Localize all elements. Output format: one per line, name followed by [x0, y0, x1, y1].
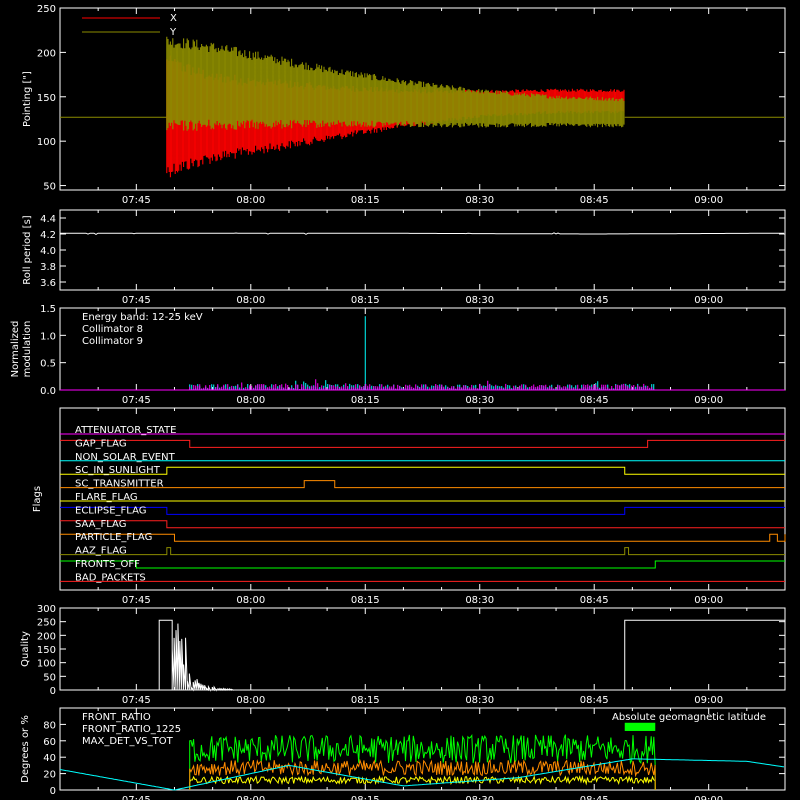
y-tick-label: 0.5 [40, 359, 56, 370]
y-tick-label: 0 [50, 786, 56, 797]
x-tick-label: 08:00 [236, 795, 265, 800]
x-tick-label: 08:00 [236, 595, 265, 606]
y-tick-label: 20 [43, 770, 56, 781]
y-tick-label: 250 [37, 4, 56, 15]
x-tick-label: 08:45 [580, 195, 609, 206]
y-tick-label: 50 [43, 182, 56, 193]
y-axis-label: Roll period [s] [22, 215, 33, 284]
legend-label: MAX_DET_VS_TOT [82, 736, 174, 747]
y-tick-label: 100 [37, 137, 56, 148]
x-tick-label: 09:00 [694, 695, 723, 706]
flag-label-fronts_off: FRONTS_OFF [75, 559, 140, 570]
x-tick-label: 07:45 [122, 695, 151, 706]
flag-label-particle_flag: PARTICLE_FLAG [75, 532, 152, 543]
y-tick-label: 200 [37, 48, 56, 59]
x-tick-label: 08:45 [580, 595, 609, 606]
y-tick-label: 150 [37, 645, 56, 656]
y-tick-label: 0.0 [40, 386, 56, 397]
y-tick-label: 40 [43, 753, 56, 764]
legend-label: Collimator 9 [82, 336, 143, 347]
flag-label-sc_in_sunlight: SC_IN_SUNLIGHT [75, 465, 161, 476]
x-tick-label: 07:45 [122, 795, 151, 800]
x-tick-label: 08:45 [580, 695, 609, 706]
flag-label-saa_flag: SAA_FLAG [75, 519, 126, 530]
y-tick-label: 1.0 [40, 331, 56, 342]
y-tick-label: 60 [43, 737, 56, 748]
y-tick-label: 50 [43, 672, 56, 683]
flag-label-flare_flag: FLARE_FLAG [75, 492, 138, 503]
x-tick-label: 09:00 [694, 195, 723, 206]
x-tick-label: 07:45 [122, 295, 151, 306]
x-tick-label: 09:00 [694, 795, 723, 800]
x-tick-label: 08:45 [580, 795, 609, 800]
x-tick-label: 08:30 [465, 595, 494, 606]
flag-label-bad_packets: BAD_PACKETS [75, 572, 146, 583]
y-tick-label: 3.8 [40, 262, 56, 273]
x-tick-label: 09:00 [694, 295, 723, 306]
y-tick-label: 100 [37, 659, 56, 670]
legend-label: Energy band: 12-25 keV [82, 312, 203, 323]
legend-label: FRONT_RATIO [82, 712, 151, 723]
y-tick-label: 250 [37, 618, 56, 629]
x-tick-label: 08:00 [236, 395, 265, 406]
x-tick-label: 08:45 [580, 295, 609, 306]
y-axis-label: Degrees or % [20, 715, 31, 783]
y-axis-label-line1: Normalized [10, 321, 21, 378]
x-tick-label: 08:15 [351, 595, 380, 606]
y-tick-label: 4.2 [40, 230, 56, 241]
x-tick-label: 08:15 [351, 395, 380, 406]
x-tick-label: 08:30 [465, 695, 494, 706]
x-tick-label: 08:00 [236, 695, 265, 706]
x-tick-label: 08:30 [465, 395, 494, 406]
y-tick-label: 200 [37, 631, 56, 642]
x-tick-label: 07:45 [122, 595, 151, 606]
y-axis-label: Pointing ["] [22, 71, 33, 127]
legend-label-y: Y [169, 27, 177, 38]
x-tick-label: 08:30 [465, 295, 494, 306]
legend-label: FRONT_RATIO_1225 [82, 724, 181, 735]
y-tick-label: 150 [37, 93, 56, 104]
x-tick-label: 08:45 [580, 395, 609, 406]
x-tick-label: 08:15 [351, 795, 380, 800]
y-tick-label: 3.6 [40, 278, 56, 289]
figure: 07:45 08:00 08:15 08:30 08:45 09:00 50 100 150 20… [0, 0, 800, 800]
x-tick-label: 08:00 [236, 195, 265, 206]
x-tick-label: 09:00 [694, 395, 723, 406]
x-tick-label: 09:00 [694, 595, 723, 606]
x-tick-label: 08:15 [351, 195, 380, 206]
flag-label-aaz_flag: AAZ_FLAG [75, 546, 127, 557]
flag-label-sc_transmitter: SC_TRANSMITTER [75, 479, 164, 490]
flag-label-gap_flag: GAP_FLAG [75, 438, 127, 449]
y-tick-label: 0 [50, 686, 56, 697]
legend-label: Collimator 8 [82, 324, 143, 335]
y-axis-label: Quality [20, 631, 31, 667]
front-ratio-high-block [624, 722, 656, 731]
right-legend-label: Absolute geomagnetic latitude [612, 712, 766, 723]
x-tick-label: 07:45 [122, 195, 151, 206]
flag-label-attenuator_state: ATTENUATOR_STATE [75, 425, 176, 436]
y-tick-label: 4.0 [40, 246, 56, 257]
y-tick-label: 300 [37, 604, 56, 615]
y-tick-label: 4.4 [40, 214, 56, 225]
x-tick-label: 07:45 [122, 395, 151, 406]
x-tick-label: 08:15 [351, 295, 380, 306]
y-tick-label: 1.5 [40, 304, 56, 315]
y-tick-label: 80 [43, 720, 56, 731]
x-tick-label: 08:30 [465, 795, 494, 800]
x-tick-label: 08:15 [351, 695, 380, 706]
y-axis-label-line2: modulation [22, 321, 33, 378]
flag-label-eclipse_flag: ECLIPSE_FLAG [75, 505, 146, 516]
flag-label-non_solar_event: NON_SOLAR_EVENT [75, 452, 176, 463]
legend-label-x: X [170, 13, 177, 24]
x-tick-label: 08:30 [465, 195, 494, 206]
x-tick-label: 08:00 [236, 295, 265, 306]
y-axis-label: Flags [32, 486, 43, 512]
